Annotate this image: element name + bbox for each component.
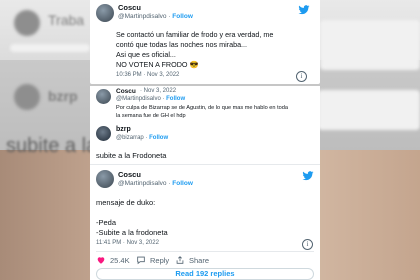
tweet-text-line: -Peda xyxy=(96,218,117,227)
tweet-text-line: mensaje de duko: xyxy=(96,198,156,207)
avatar[interactable] xyxy=(96,170,114,188)
follow-button[interactable]: Follow xyxy=(166,96,185,102)
tweet-text-line: NO VOTEN A FRODO 😎 xyxy=(116,60,199,69)
reply-icon xyxy=(137,256,145,265)
heart-icon xyxy=(97,257,105,264)
like-count: 25.4K xyxy=(110,255,130,265)
avatar[interactable] xyxy=(96,126,111,141)
tweet-card: Coscu @Martinpdisalvo · Follow Se contac… xyxy=(90,0,320,84)
share-label: Share xyxy=(189,255,210,265)
author-handle-row: @Martinpdisalvo · Follow xyxy=(118,180,193,187)
author-handle-row: @bizarrap · Follow xyxy=(116,135,169,141)
background-text: Traba xyxy=(48,12,85,28)
twitter-bird-icon[interactable] xyxy=(302,170,314,182)
read-replies-button[interactable]: Read 192 replies xyxy=(96,268,314,280)
tweet-card: bzrp @bizarrap · Follow subite a la Frod… xyxy=(90,122,320,164)
like-button[interactable]: 25.4K xyxy=(96,255,130,265)
info-icon[interactable]: i xyxy=(296,71,307,82)
follow-button[interactable]: Follow xyxy=(172,180,193,187)
tweet-timestamp[interactable]: 11:41 PM · Nov 3, 2022 xyxy=(96,240,159,246)
twitter-bird-icon[interactable] xyxy=(298,4,310,16)
avatar[interactable] xyxy=(96,4,114,22)
tweet-date: · Nov 3, 2022 xyxy=(140,88,177,94)
tweet-text-line: Por culpa de Bizarrap se de Agustin, de … xyxy=(116,105,288,111)
author-handle-row: @Martinpdisalvo · Follow xyxy=(118,13,193,20)
share-icon xyxy=(176,256,184,264)
tweet-card: Coscu · Nov 3, 2022 @Martinpdisalvo · Fo… xyxy=(90,86,320,122)
follow-button[interactable]: Follow xyxy=(149,135,168,141)
tweet-text-line: la semana fue de GH el hdp xyxy=(116,113,186,119)
tweet-text-line: Se contactó un familiar de frodo y era v… xyxy=(116,30,274,39)
info-icon[interactable]: i xyxy=(302,239,313,250)
tweet-text: subite a la Frodoneta xyxy=(96,151,167,160)
author-handle-row: @Martinpdisalvo · Follow xyxy=(116,96,186,102)
follow-button[interactable]: Follow xyxy=(172,13,193,20)
share-button[interactable]: Share xyxy=(175,255,209,265)
author-handle[interactable]: @Martinpdisalvo xyxy=(118,180,167,187)
reply-label: Reply xyxy=(150,255,170,265)
tweet-text-line: Asi que es oficial... xyxy=(116,50,176,59)
tweet-card: Coscu @Martinpdisalvo · Follow mensaje d… xyxy=(90,164,320,280)
background-handle: bzrp xyxy=(48,88,78,104)
author-handle[interactable]: @Martinpdisalvo xyxy=(116,96,161,102)
author-handle[interactable]: @bizarrap xyxy=(116,135,144,141)
author-name[interactable]: Coscu xyxy=(116,88,136,95)
reply-button[interactable]: Reply xyxy=(136,255,169,265)
avatar[interactable] xyxy=(96,89,111,104)
tweet-text-line: contó que todas las noches nos miraba... xyxy=(116,40,248,49)
author-name[interactable]: Coscu xyxy=(118,3,141,12)
author-handle[interactable]: @Martinpdisalvo xyxy=(118,13,167,20)
tweet-timestamp[interactable]: 10:36 PM · Nov 3, 2022 xyxy=(116,72,179,78)
tweet-text-line: -Subite a la frodoneta xyxy=(96,228,168,237)
author-name[interactable]: bzrp xyxy=(116,126,131,133)
author-name[interactable]: Coscu xyxy=(118,170,141,179)
